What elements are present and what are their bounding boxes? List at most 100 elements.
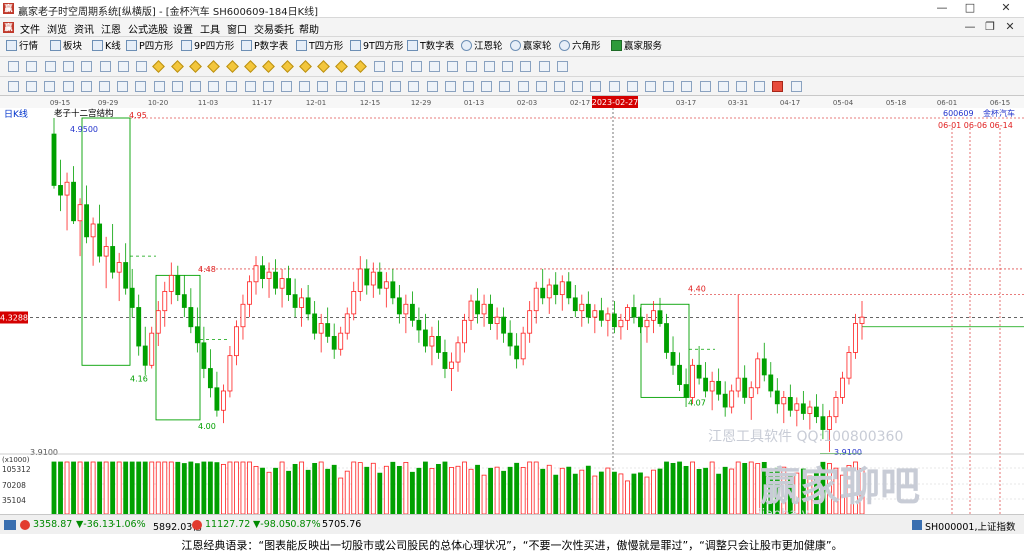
- close-button[interactable]: ✕: [998, 1, 1014, 15]
- up-tool-icon[interactable]: [225, 60, 239, 73]
- min-tool-icon[interactable]: [136, 61, 148, 72]
- analysis-tool-44-icon[interactable]: [790, 81, 802, 92]
- candle-body[interactable]: [677, 364, 682, 385]
- save-tool-icon[interactable]: [502, 61, 514, 72]
- analysis-tool-30-icon[interactable]: [535, 81, 547, 92]
- week-tool-icon[interactable]: [99, 61, 111, 72]
- menu-formula[interactable]: 公式选股: [128, 21, 168, 36]
- candle-body[interactable]: [468, 300, 474, 321]
- candle-body[interactable]: [260, 265, 265, 279]
- layout-tool-icon[interactable]: [8, 61, 19, 72]
- toolbar-hexagon-button[interactable]: 六角形: [559, 40, 601, 54]
- analysis-tool-11-icon[interactable]: [190, 81, 201, 92]
- candle-body[interactable]: [455, 342, 461, 363]
- candle-body[interactable]: [605, 313, 611, 321]
- candle-body[interactable]: [859, 316, 865, 324]
- analysis-tool-39-icon[interactable]: [699, 81, 711, 92]
- candle-body[interactable]: [755, 358, 761, 389]
- candle-body[interactable]: [442, 352, 448, 369]
- candle-body[interactable]: [253, 265, 259, 283]
- candle-body[interactable]: [787, 397, 793, 411]
- candle-body[interactable]: [527, 310, 533, 334]
- candle-body[interactable]: [116, 262, 122, 273]
- candle-body[interactable]: [709, 380, 715, 392]
- candle-tool-icon[interactable]: [44, 61, 56, 72]
- toolbar-service-button[interactable]: 赢家服务: [611, 40, 662, 54]
- candle-body[interactable]: [194, 326, 200, 344]
- analysis-tool-18-icon[interactable]: [317, 81, 329, 92]
- candle-body[interactable]: [540, 287, 546, 299]
- candle-body[interactable]: [664, 323, 669, 353]
- toolbar-gann-wheel-button[interactable]: 江恩轮: [461, 40, 503, 54]
- candle-body[interactable]: [234, 326, 239, 357]
- zoom-out-tool-icon[interactable]: [207, 60, 221, 73]
- line-tool-icon[interactable]: [62, 61, 74, 72]
- candle-body[interactable]: [624, 307, 630, 321]
- analysis-tool-13-icon[interactable]: [226, 81, 238, 92]
- arrow-tool-icon[interactable]: [317, 60, 330, 73]
- trend-tool-icon[interactable]: [335, 60, 349, 73]
- candle-body[interactable]: [768, 374, 774, 392]
- analysis-tool-25-icon[interactable]: [444, 81, 456, 92]
- candle-body[interactable]: [207, 368, 213, 389]
- minimize-button[interactable]: —: [934, 1, 950, 15]
- candle-body[interactable]: [279, 278, 285, 289]
- candle-body[interactable]: [696, 364, 702, 379]
- candle-body[interactable]: [781, 397, 787, 405]
- menu-window[interactable]: 窗口: [227, 21, 247, 36]
- lock-tool-icon[interactable]: [483, 61, 495, 72]
- candle-body[interactable]: [149, 332, 155, 366]
- analysis-tool-43-icon[interactable]: [772, 81, 784, 92]
- candle-body[interactable]: [103, 246, 109, 257]
- candle-body[interactable]: [813, 406, 819, 418]
- analysis-tool-24-icon[interactable]: [426, 81, 438, 92]
- candle-body[interactable]: [546, 284, 552, 299]
- candle-body[interactable]: [181, 294, 187, 308]
- candle-body[interactable]: [501, 316, 507, 334]
- analysis-tool-3-icon[interactable]: [44, 81, 56, 92]
- toolbar-t-square-button[interactable]: T四方形: [296, 40, 343, 54]
- candle-body[interactable]: [826, 416, 832, 430]
- candle-body[interactable]: [840, 377, 845, 398]
- candle-body[interactable]: [129, 287, 135, 308]
- help-tool-icon[interactable]: [557, 61, 568, 72]
- left-tool-icon[interactable]: [152, 60, 166, 73]
- period-tool-icon[interactable]: [26, 61, 38, 72]
- tick-tool-icon[interactable]: [81, 61, 93, 72]
- analysis-tool-33-icon[interactable]: [590, 81, 602, 92]
- analysis-tool-5-icon[interactable]: [80, 81, 92, 92]
- menu-browse[interactable]: 浏览: [47, 21, 67, 36]
- down-tool-icon[interactable]: [244, 60, 257, 73]
- candle-body[interactable]: [853, 323, 858, 353]
- candle-body[interactable]: [742, 377, 748, 398]
- candle-body[interactable]: [449, 361, 454, 369]
- current-index-name[interactable]: SH000001,上证指数: [925, 519, 1015, 533]
- candle-body[interactable]: [592, 310, 598, 318]
- candle-body[interactable]: [220, 390, 226, 411]
- toolbar-winner-wheel-button[interactable]: 赢家轮: [510, 40, 552, 54]
- candle-body[interactable]: [670, 352, 676, 366]
- candle-body[interactable]: [58, 185, 63, 196]
- fib-tool-icon[interactable]: [374, 61, 385, 72]
- candle-body[interactable]: [403, 303, 409, 315]
- candle-body[interactable]: [611, 313, 617, 328]
- candle-body[interactable]: [110, 246, 116, 273]
- candle-body[interactable]: [553, 284, 559, 296]
- candle-body[interactable]: [71, 181, 76, 222]
- analysis-tool-26-icon[interactable]: [463, 81, 474, 92]
- candle-body[interactable]: [579, 303, 585, 312]
- candle-body[interactable]: [748, 387, 754, 398]
- menu-info[interactable]: 资讯: [74, 21, 94, 36]
- analysis-tool-37-icon[interactable]: [663, 81, 675, 92]
- candle-body[interactable]: [64, 181, 70, 196]
- analysis-tool-27-icon[interactable]: [481, 81, 493, 92]
- toolbar-kline-button[interactable]: K线: [92, 40, 121, 54]
- candle-body[interactable]: [820, 416, 826, 430]
- candle-body[interactable]: [846, 352, 852, 379]
- analysis-tool-29-icon[interactable]: [517, 81, 529, 92]
- candle-body[interactable]: [722, 393, 728, 408]
- candle-body[interactable]: [533, 287, 539, 312]
- candle-body[interactable]: [136, 307, 142, 347]
- candle-body[interactable]: [520, 332, 526, 360]
- candle-body[interactable]: [142, 345, 148, 366]
